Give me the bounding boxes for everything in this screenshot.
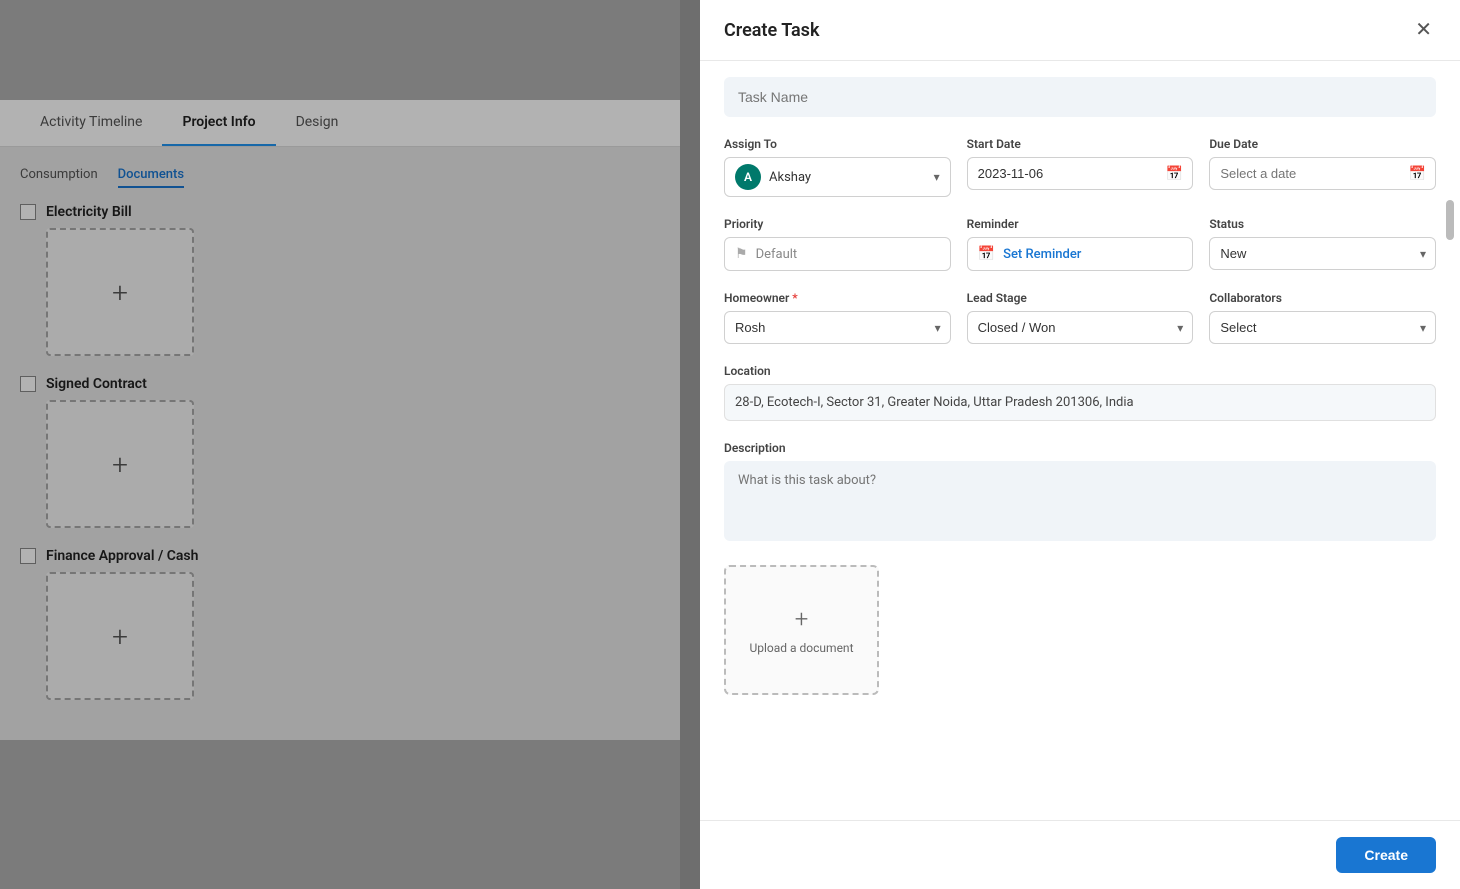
assign-to-select[interactable]: A Akshay ▾ [724, 157, 951, 197]
status-select-wrapper: New In Progress Done Cancelled [1209, 237, 1436, 270]
lead-stage-field: Lead Stage Closed / Won Open Lost Pendin… [967, 291, 1194, 344]
chevron-down-icon: ▾ [934, 170, 940, 184]
create-button[interactable]: Create [1336, 837, 1436, 873]
assign-name: Akshay [769, 170, 934, 185]
modal-header: Create Task ✕ [700, 0, 1460, 61]
priority-value: Default [756, 247, 940, 262]
due-date-input[interactable] [1209, 157, 1436, 190]
create-task-modal: Create Task ✕ Assign To A Akshay ▾ [700, 0, 1460, 889]
modal-footer: Create [700, 820, 1460, 889]
collaborators-select-wrapper: Select [1209, 311, 1436, 344]
form-row-3: Homeowner * Rosh Lead Stage Closed / Won [724, 291, 1436, 344]
reminder-value: Set Reminder [1003, 247, 1081, 262]
description-section: Description [724, 441, 1436, 545]
status-label: Status [1209, 217, 1436, 231]
form-row-1: Assign To A Akshay ▾ Start Date 📅 [724, 137, 1436, 197]
form-row-2: Priority ⚑ Default Reminder 📅 Set Remind… [724, 217, 1436, 271]
description-label: Description [724, 441, 1436, 455]
reminder-select[interactable]: 📅 Set Reminder [967, 237, 1194, 271]
status-field: Status New In Progress Done Cancelled [1209, 217, 1436, 271]
priority-label: Priority [724, 217, 951, 231]
required-indicator: * [792, 291, 797, 305]
avatar: A [735, 164, 761, 190]
task-name-input[interactable] [724, 77, 1436, 117]
due-date-field: Due Date 📅 [1209, 137, 1436, 197]
collaborators-label: Collaborators [1209, 291, 1436, 305]
lead-stage-select[interactable]: Closed / Won Open Lost Pending [967, 311, 1194, 344]
assign-to-label: Assign To [724, 137, 951, 151]
reminder-label: Reminder [967, 217, 1194, 231]
start-date-label: Start Date [967, 137, 1194, 151]
homeowner-label: Homeowner * [724, 291, 951, 305]
reminder-icon: 📅 [978, 246, 995, 262]
location-value: 28-D, Ecotech-I, Sector 31, Greater Noid… [724, 384, 1436, 421]
homeowner-select[interactable]: Rosh [724, 311, 951, 344]
start-date-input[interactable] [967, 157, 1194, 190]
flag-icon: ⚑ [735, 246, 748, 262]
location-label: Location [724, 364, 1436, 378]
location-section: Location 28-D, Ecotech-I, Sector 31, Gre… [724, 364, 1436, 421]
priority-select[interactable]: ⚑ Default [724, 237, 951, 271]
description-textarea[interactable] [724, 461, 1436, 541]
modal-overlay: Create Task ✕ Assign To A Akshay ▾ [0, 0, 1460, 889]
modal-title: Create Task [724, 20, 819, 41]
collaborators-select[interactable]: Select [1209, 311, 1436, 344]
lead-stage-select-wrapper: Closed / Won Open Lost Pending [967, 311, 1194, 344]
modal-body: Assign To A Akshay ▾ Start Date 📅 [700, 61, 1460, 820]
due-date-label: Due Date [1209, 137, 1436, 151]
upload-document-box[interactable]: + Upload a document [724, 565, 879, 695]
assign-to-field: Assign To A Akshay ▾ [724, 137, 951, 197]
upload-label: Upload a document [749, 641, 853, 655]
upload-plus-icon: + [795, 605, 809, 633]
priority-field: Priority ⚑ Default [724, 217, 951, 271]
homeowner-select-wrapper: Rosh [724, 311, 951, 344]
start-date-field: Start Date 📅 [967, 137, 1194, 197]
status-select[interactable]: New In Progress Done Cancelled [1209, 237, 1436, 270]
reminder-field: Reminder 📅 Set Reminder [967, 217, 1194, 271]
scroll-indicator [1446, 200, 1454, 240]
lead-stage-label: Lead Stage [967, 291, 1194, 305]
collaborators-field: Collaborators Select [1209, 291, 1436, 344]
homeowner-field: Homeowner * Rosh [724, 291, 951, 344]
close-button[interactable]: ✕ [1411, 16, 1436, 44]
